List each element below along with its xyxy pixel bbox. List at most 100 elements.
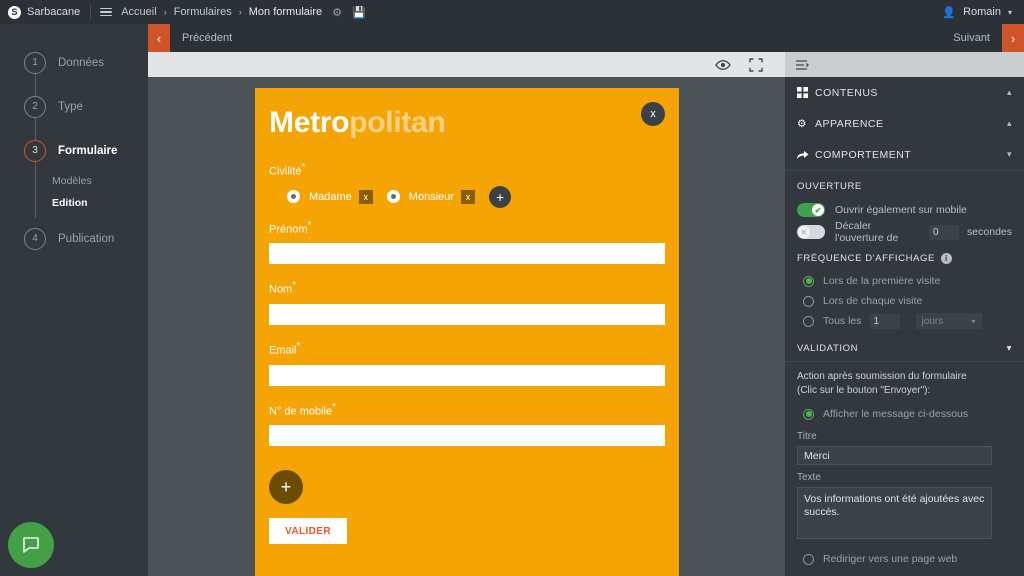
panel-toggle-icon[interactable] <box>795 59 810 71</box>
toolbar-divider <box>90 4 92 20</box>
frequence-count-input[interactable] <box>869 313 900 329</box>
prenom-input[interactable] <box>269 243 665 265</box>
grid-icon <box>797 87 815 98</box>
sarbacane-logo-icon: S <box>8 5 21 19</box>
validation-option-afficher-message[interactable]: Afficher le message ci-dessous <box>785 404 1024 424</box>
frequence-option-label: Lors de chaque visite <box>823 295 923 307</box>
frequence-unit-select[interactable]: jours ▾ <box>915 313 982 329</box>
toggle-knob: ✕ <box>798 226 810 238</box>
frequence-option-tous-les[interactable]: Tous les jours ▾ <box>785 311 1024 331</box>
delete-monsieur-button[interactable]: x <box>461 189 476 204</box>
chevron-down-icon: ▾ <box>971 316 976 326</box>
validation-option-rediriger[interactable]: Rediriger vers une page web <box>785 549 1024 569</box>
brand-logo-group[interactable]: S Sarbacane <box>0 0 90 24</box>
ouvrir-sur-mobile-toggle[interactable]: ✔ <box>797 203 825 217</box>
wizard-steps: 1 Données 2 Type 3 Formulaire Modèles Ed… <box>0 24 148 250</box>
breadcrumb-formulaires[interactable]: Formulaires <box>174 6 232 18</box>
share-arrow-icon <box>797 150 815 160</box>
wizard-sidebar: 1 Données 2 Type 3 Formulaire Modèles Ed… <box>0 24 148 576</box>
breadcrumb-accueil[interactable]: Accueil <box>121 6 156 18</box>
frequence-title-label: FRÉQUENCE D'AFFICHAGE <box>797 253 935 264</box>
radio-button[interactable] <box>803 295 814 307</box>
frequence-option-chaque-visite[interactable]: Lors de chaque visite <box>785 291 1024 311</box>
frequence-option-premiere-visite[interactable]: Lors de la première visite <box>785 271 1024 291</box>
validation-title[interactable]: VALIDATION ▾ <box>785 331 1024 361</box>
nom-label: Nom* <box>269 280 665 296</box>
section-contenus[interactable]: CONTENUS ▴ <box>785 77 1024 108</box>
section-comportement[interactable]: COMPORTEMENT ▾ <box>785 139 1024 170</box>
texte-field-label: Texte <box>797 472 821 483</box>
submit-button[interactable]: VALIDER <box>269 518 347 545</box>
delay-unit-label: secondes <box>967 226 1012 238</box>
step-number-badge: 3 <box>24 140 46 162</box>
breadcrumb-mon-formulaire[interactable]: Mon formulaire <box>249 6 322 18</box>
radio-monsieur[interactable] <box>386 190 400 204</box>
radio-madame-label: Madame <box>309 190 352 203</box>
sidebar-step-type[interactable]: 2 Type <box>0 96 148 118</box>
nom-input[interactable] <box>269 303 665 325</box>
mobile-input[interactable] <box>269 425 665 447</box>
next-button-label[interactable]: Suivant <box>953 32 1002 44</box>
radio-button[interactable] <box>803 408 814 420</box>
gear-icon: ⚙ <box>797 117 807 130</box>
form-popup: x Metropolitan Civilité* Madame x Monsie… <box>255 88 679 576</box>
add-civility-option-button[interactable]: + <box>489 185 512 208</box>
nom-label-text: Nom <box>269 283 293 296</box>
user-avatar-icon: 👤 <box>942 6 957 19</box>
top-bar: S Sarbacane Accueil › Formulaires › Mon … <box>0 0 1024 24</box>
email-label-text: Email <box>269 344 297 357</box>
sidebar-substep-modeles[interactable]: Modèles <box>52 170 148 192</box>
step-label: Données <box>58 57 105 69</box>
required-mark: * <box>301 162 306 173</box>
mobile-label-text: N° de mobile <box>269 405 333 418</box>
section-contenus-label: CONTENUS <box>815 86 878 99</box>
popup-title-bold: Metro <box>269 106 350 139</box>
wizard-substeps: Modèles Edition <box>0 170 148 214</box>
radio-button[interactable] <box>803 553 814 565</box>
radio-button[interactable] <box>803 315 814 327</box>
user-menu[interactable]: 👤 Romain ▾ <box>942 6 1024 19</box>
previous-arrow-button[interactable]: ‹ <box>148 24 170 52</box>
sidebar-step-formulaire[interactable]: 3 Formulaire <box>0 140 148 162</box>
section-apparence[interactable]: ⚙ APPARENCE ▴ <box>785 108 1024 139</box>
delete-madame-button[interactable]: x <box>358 189 373 204</box>
popup-title-light: politan <box>349 106 446 139</box>
email-input[interactable] <box>269 364 665 386</box>
email-label: Email* <box>269 341 665 357</box>
chevron-up-icon: ▴ <box>1006 118 1012 128</box>
chat-bubble-icon[interactable] <box>8 522 54 568</box>
application-window: S Sarbacane Accueil › Formulaires › Mon … <box>0 0 1024 576</box>
decaler-ouverture-toggle[interactable]: ✕ <box>797 225 825 239</box>
required-mark: * <box>332 401 337 413</box>
breadcrumb-separator-icon: › <box>163 7 167 17</box>
previous-button-label[interactable]: Précédent <box>170 32 232 44</box>
gear-icon[interactable]: ⚙ <box>332 6 342 19</box>
info-icon[interactable]: i <box>940 253 952 264</box>
sidebar-substep-edition[interactable]: Edition <box>52 192 148 214</box>
form-body: Civilité* Madame x Monsieur x + Prénom* … <box>255 140 679 447</box>
required-mark: * <box>307 219 312 231</box>
next-arrow-button[interactable]: › <box>1002 24 1024 52</box>
frequence-option-label: Tous les <box>823 315 862 327</box>
user-name-label: Romain <box>963 6 1001 18</box>
validation-action-description: Action après soumission du formulaire (C… <box>785 362 1024 400</box>
delay-seconds-input[interactable] <box>929 224 960 240</box>
texte-textarea[interactable] <box>797 487 992 539</box>
required-mark: * <box>292 280 297 292</box>
add-field-button[interactable]: + <box>269 470 303 505</box>
eye-icon[interactable] <box>715 59 731 71</box>
sidebar-step-donnees[interactable]: 1 Données <box>0 52 148 74</box>
radio-button[interactable] <box>803 275 814 287</box>
fullscreen-icon[interactable] <box>749 57 763 72</box>
radio-madame[interactable] <box>287 190 300 204</box>
breadcrumb-separator-icon: › <box>238 7 242 17</box>
save-icon[interactable]: 💾 <box>352 6 366 19</box>
wizard-nav-bar: ‹ Précédent Suivant › <box>148 24 1024 52</box>
menu-icon[interactable] <box>100 7 113 17</box>
sidebar-step-publication[interactable]: 4 Publication <box>0 228 148 250</box>
titre-input[interactable] <box>797 446 992 465</box>
close-icon[interactable]: x <box>641 102 665 126</box>
section-apparence-label: APPARENCE <box>815 117 884 130</box>
radio-monsieur-label: Monsieur <box>408 190 455 203</box>
required-mark: * <box>296 340 301 352</box>
